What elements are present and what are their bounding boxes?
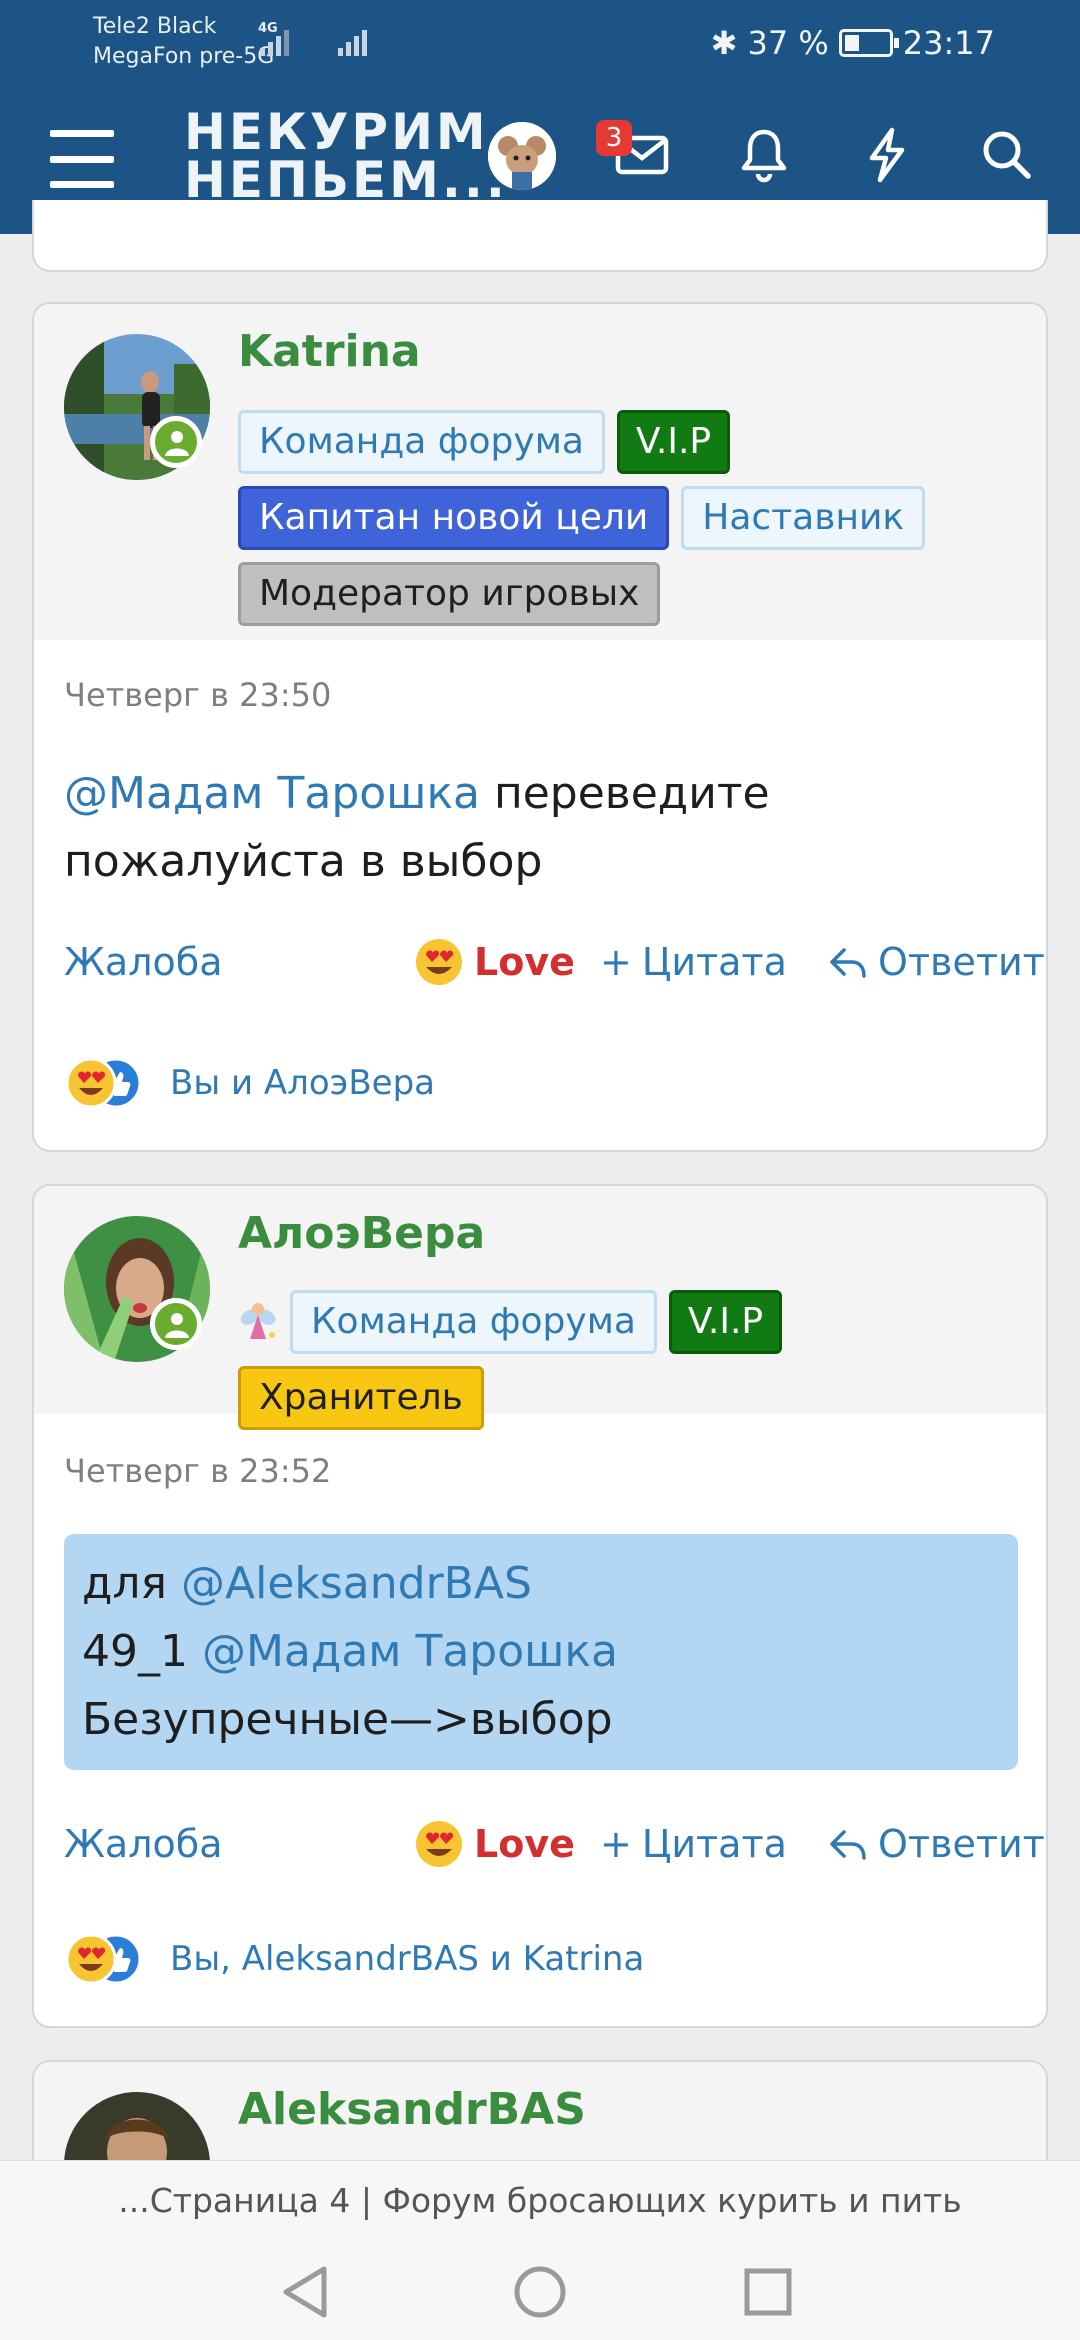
post-card: Katrina Команда форума V.I.P Капитан нов… — [32, 302, 1048, 1152]
reply-icon — [830, 1830, 866, 1860]
mention-link[interactable]: @Мадам Тарошка — [202, 1626, 618, 1677]
post-author-header: Katrina Команда форума V.I.P Капитан нов… — [34, 304, 1046, 640]
author-username[interactable]: АлоэВера — [238, 1208, 485, 1259]
site-logo[interactable]: НЕКУРИМ НЕПЬЕМ... — [184, 103, 508, 209]
post-message: @Мадам Тарошка переведите пожалуйста в в… — [64, 760, 1014, 896]
mention-link[interactable]: @Мадам Тарошка — [64, 768, 480, 819]
tag-mentor: Наставник — [681, 486, 926, 550]
message-line-3: Безупречные—>выбор — [82, 1694, 613, 1745]
online-indicator — [150, 1298, 202, 1350]
top-header: Tele2 Black MegaFon pre-5G 4G ✱ 37 % 23:… — [0, 0, 1080, 234]
reply-icon — [830, 948, 866, 978]
reactions-summary[interactable]: Вы и АлоэВера — [64, 1056, 435, 1110]
tag-vip: V.I.P — [668, 1290, 783, 1354]
post-timestamp[interactable]: Четверг в 23:50 — [64, 676, 331, 714]
user-tags: Команда форума V.I.P Капитан новой цели … — [238, 410, 1038, 626]
love-button[interactable]: Love — [414, 932, 575, 992]
messages-badge: 3 — [596, 120, 632, 156]
love-button[interactable]: Love — [414, 1814, 575, 1874]
reaction-emojis — [64, 1056, 142, 1110]
page-title[interactable]: ...Страница 4 | Форум бросающих курить и… — [0, 2181, 1080, 2220]
message-text: переведите — [479, 768, 770, 819]
reaction-emojis — [64, 1932, 142, 1986]
tag-captain: Капитан новой цели — [238, 486, 670, 550]
home-icon[interactable] — [505, 2257, 575, 2327]
post-card: АлоэВера Команда форума V.I.P Хранитель … — [32, 1184, 1048, 2028]
reactions-summary[interactable]: Вы, AleksandrBAS и Katrina — [64, 1932, 644, 1986]
post-author-header: АлоэВера Команда форума V.I.P Хранитель — [34, 1186, 1046, 1430]
bluetooth-icon: ✱ — [710, 24, 738, 62]
lightning-icon[interactable] — [856, 124, 916, 184]
post-actions: Жалоба Love +Цитата Ответить — [64, 1814, 1046, 1874]
tag-vip: V.I.P — [616, 410, 731, 474]
logo-line-1: НЕКУРИМ — [184, 103, 489, 161]
message-line-1: для @AleksandrBAS — [82, 1558, 532, 1609]
status-right: ✱ 37 % 23:17 — [711, 20, 995, 66]
browser-bottom-bar: ...Страница 4 | Форум бросающих курить и… — [0, 2160, 1080, 2340]
reactions-text[interactable]: Вы и АлоэВера — [170, 1063, 435, 1103]
post-actions: Жалоба Love +Цитата Ответить — [64, 932, 1046, 992]
message-text-2: пожалуйста в выбор — [64, 836, 543, 887]
battery-icon — [838, 29, 899, 57]
plus-icon: + — [600, 1822, 632, 1866]
online-indicator — [150, 416, 202, 468]
reactions-text[interactable]: Вы, AleksandrBAS и Katrina — [170, 1939, 644, 1979]
recents-icon[interactable] — [733, 2257, 803, 2327]
logo-line-2: НЕПЬЕМ... — [184, 151, 508, 209]
status-carrier: Tele2 Black MegaFon pre-5G — [93, 12, 274, 72]
author-username[interactable]: Katrina — [238, 326, 421, 377]
highlighted-message: для @AleksandrBAS 49_1 @Мадам Тарошка Бе… — [64, 1534, 1018, 1770]
back-icon[interactable] — [272, 2257, 342, 2327]
carrier-2: MegaFon pre-5G — [93, 44, 275, 69]
quote-button[interactable]: + Цитата — [600, 932, 787, 992]
battery-percent: 37 % — [747, 24, 829, 62]
menu-icon[interactable] — [50, 130, 114, 188]
author-username[interactable]: AleksandrBAS — [238, 2084, 586, 2135]
heart-eyes-emoji-icon — [416, 939, 462, 985]
tag-moderator: Модератор игровых — [238, 562, 661, 626]
report-button[interactable]: Жалоба — [64, 932, 222, 992]
previous-post-card — [32, 200, 1048, 272]
reply-button[interactable]: Ответить — [828, 932, 1046, 992]
tag-keeper: Хранитель — [238, 1366, 484, 1430]
post-timestamp[interactable]: Четверг в 23:52 — [64, 1452, 331, 1490]
avatar[interactable] — [488, 122, 556, 190]
clock: 23:17 — [902, 24, 995, 62]
reply-button[interactable]: Ответить — [828, 1814, 1046, 1874]
user-tags: Команда форума V.I.P Хранитель — [238, 1290, 1038, 1430]
plus-icon: + — [600, 940, 632, 984]
tag-team: Команда форума — [238, 410, 605, 474]
mention-link[interactable]: @AleksandrBAS — [181, 1558, 532, 1609]
message-line-2: 49_1 @Мадам Тарошка — [82, 1626, 618, 1677]
carrier-1: Tele2 Black — [93, 14, 217, 39]
signal-icon-2 — [338, 24, 367, 56]
fairy-icon — [240, 1303, 276, 1339]
report-button[interactable]: Жалоба — [64, 1814, 222, 1874]
search-icon[interactable] — [976, 124, 1036, 184]
signal-icon — [260, 24, 289, 56]
heart-eyes-emoji-icon — [416, 1821, 462, 1867]
quote-button[interactable]: + Цитата — [600, 1814, 787, 1874]
tag-team: Команда форума — [290, 1290, 657, 1354]
bell-icon[interactable] — [734, 124, 794, 184]
